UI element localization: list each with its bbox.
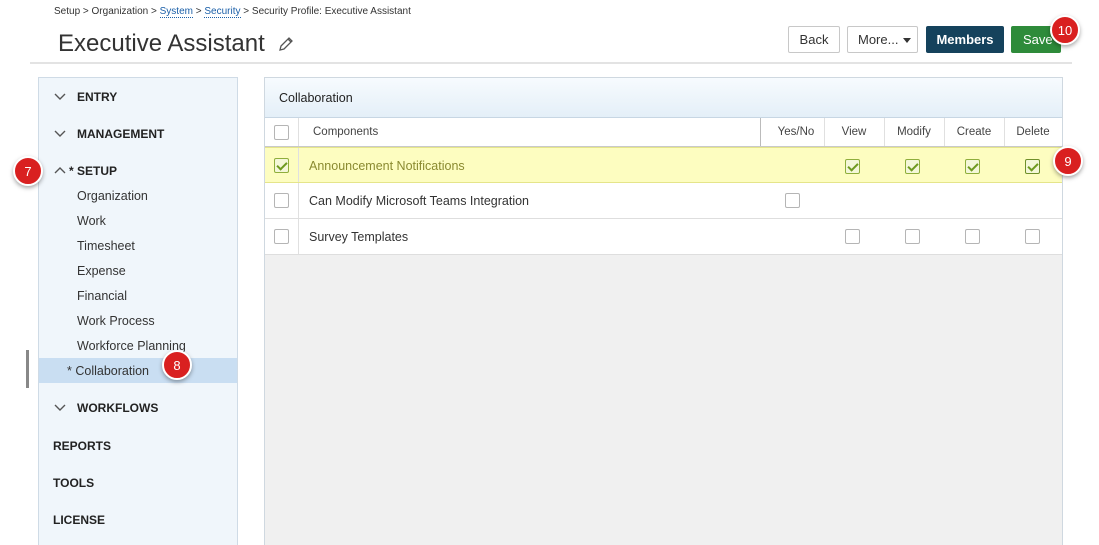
row-select-checkbox[interactable]	[274, 193, 289, 208]
row-select-cell	[265, 183, 299, 218]
members-button[interactable]: Members	[926, 26, 1004, 53]
row-select-checkbox[interactable]	[274, 229, 289, 244]
yesno-checkbox[interactable]	[785, 193, 800, 208]
back-button[interactable]: Back	[788, 26, 840, 53]
page-title: Executive Assistant	[58, 30, 265, 57]
select-all-cell	[265, 118, 299, 146]
column-header-modify: Modify	[897, 126, 931, 138]
chevron-up-icon	[54, 167, 66, 174]
breadcrumb-prefix: Setup > Organization >	[54, 6, 160, 17]
sidebar-item-management[interactable]: MANAGEMENT	[53, 127, 164, 141]
modify-checkbox[interactable]	[905, 159, 920, 174]
column-header-view: View	[841, 126, 867, 138]
sidebar-label-entry: ENTRY	[77, 90, 118, 104]
table-row[interactable]: Survey Templates	[265, 219, 1062, 255]
view-checkbox[interactable]	[845, 159, 860, 174]
sidebar-label-management: MANAGEMENT	[77, 127, 165, 141]
sidebar-item-entry[interactable]: ENTRY	[53, 90, 117, 104]
grid-header-row: Components Yes/No View Modify Create Del…	[265, 118, 1062, 147]
select-all-checkbox[interactable]	[274, 125, 289, 140]
panel-title: Collaboration	[279, 91, 353, 105]
column-header-create: Create	[956, 126, 992, 138]
collaboration-panel: Collaboration Components Yes/No View Mod…	[264, 77, 1063, 545]
sidebar-item-tools[interactable]: TOOLS	[53, 476, 94, 490]
step-badge-8: 8	[162, 350, 192, 380]
sidebar-subitem-collaboration[interactable]: * Collaboration	[67, 364, 149, 378]
scroll-indicator	[26, 350, 29, 388]
row-select-cell	[265, 219, 299, 254]
table-row[interactable]: Can Modify Microsoft Teams Integration	[265, 183, 1062, 219]
more-label: More...	[858, 32, 899, 47]
component-name: Survey Templates	[309, 230, 409, 244]
breadcrumb: Setup > Organization > System > Security…	[54, 6, 411, 18]
sidebar-label-setup: * SETUP	[69, 164, 118, 178]
sidebar-subitem-timesheet[interactable]: Timesheet	[77, 239, 135, 253]
caret-down-icon	[903, 38, 911, 43]
breadcrumb-system-link[interactable]: System	[159, 6, 193, 18]
sidebar-item-license[interactable]: LICENSE	[53, 513, 105, 527]
column-header-delete: Delete	[1016, 126, 1050, 138]
chevron-down-icon	[54, 93, 66, 100]
breadcrumb-current: > Security Profile: Executive Assistant	[240, 6, 411, 17]
page-header: Setup > Organization > System > Security…	[30, 0, 1072, 64]
sidebar-label-workflows: WORKFLOWS	[77, 401, 159, 415]
component-name: Announcement Notifications	[309, 159, 465, 173]
sidebar-subitem-organization[interactable]: Organization	[77, 189, 148, 203]
step-badge-10: 10	[1050, 15, 1080, 45]
sidebar-subitem-expense[interactable]: Expense	[77, 264, 126, 278]
modify-checkbox[interactable]	[905, 229, 920, 244]
step-badge-9: 9	[1053, 146, 1083, 176]
chevron-down-icon	[54, 130, 66, 137]
sidebar-nav: ENTRY MANAGEMENT * SETUP Organization Wo…	[38, 77, 238, 545]
edit-pencil-icon[interactable]	[277, 35, 295, 53]
permissions-grid: Components Yes/No View Modify Create Del…	[265, 118, 1062, 255]
component-name: Can Modify Microsoft Teams Integration	[309, 194, 530, 208]
create-checkbox[interactable]	[965, 159, 980, 174]
more-dropdown-button[interactable]: More...	[847, 26, 918, 53]
row-select-checkbox[interactable]	[274, 158, 289, 173]
sidebar-item-reports[interactable]: REPORTS	[53, 439, 111, 453]
column-header-components[interactable]: Components	[313, 126, 378, 138]
create-checkbox[interactable]	[965, 229, 980, 244]
panel-header: Collaboration	[265, 78, 1062, 118]
delete-checkbox[interactable]	[1025, 229, 1040, 244]
delete-checkbox[interactable]	[1025, 159, 1040, 174]
view-checkbox[interactable]	[845, 229, 860, 244]
sidebar-item-setup[interactable]: * SETUP	[53, 164, 117, 178]
sidebar-item-workflows[interactable]: WORKFLOWS	[53, 401, 158, 415]
sidebar-subitem-work-process[interactable]: Work Process	[77, 314, 155, 328]
column-resize-handle[interactable]	[760, 118, 761, 146]
row-select-cell	[265, 148, 299, 182]
sidebar-subitem-work[interactable]: Work	[77, 214, 106, 228]
breadcrumb-security-link[interactable]: Security	[204, 6, 241, 18]
sidebar-subitem-financial[interactable]: Financial	[77, 289, 127, 303]
breadcrumb-separator: >	[192, 6, 205, 17]
chevron-down-icon	[54, 404, 66, 411]
column-header-yesno: Yes/No	[777, 126, 815, 138]
table-row[interactable]: Announcement Notifications	[265, 147, 1062, 183]
step-badge-7: 7	[13, 156, 43, 186]
